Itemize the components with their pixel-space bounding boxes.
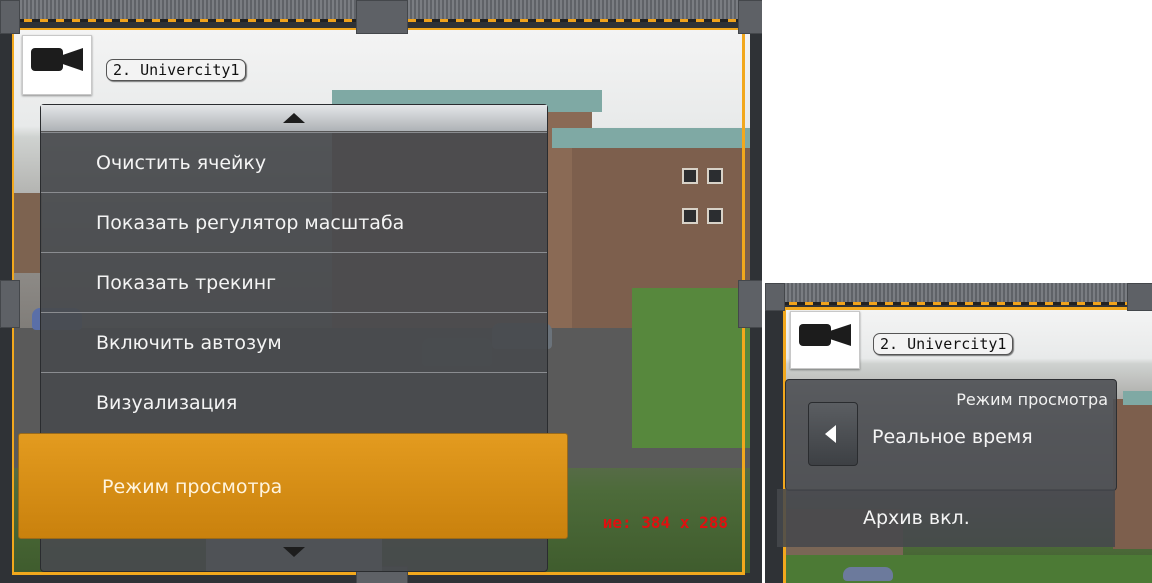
menu-item-autozoom[interactable]: Включить автозум <box>41 312 547 373</box>
camera-name-label[interactable]: 2. Univercity1 <box>106 59 247 81</box>
previous-mode-button[interactable] <box>808 402 858 466</box>
resize-handle-corner[interactable] <box>0 0 20 34</box>
camera-icon[interactable] <box>790 311 860 369</box>
video-cell-left[interactable]: 2. Univercity1 ие: 384 x 288 Очистить яч… <box>0 0 762 583</box>
cell-top-bar <box>765 283 1152 305</box>
resolution-text: ие: 384 x 288 <box>602 513 728 532</box>
menu-item-visualization[interactable]: Визуализация <box>41 372 547 433</box>
resize-handle-left[interactable] <box>0 280 20 328</box>
window <box>682 208 698 224</box>
menu-up-arrow-icon <box>283 113 305 123</box>
left-arrow-icon <box>825 425 836 443</box>
camera-icon[interactable] <box>22 35 92 95</box>
view-mode-title: Режим просмотра <box>956 390 1108 409</box>
view-mode-value[interactable]: Реальное время <box>872 426 1033 448</box>
building-left <box>12 193 42 273</box>
menu-down-arrow-icon <box>283 547 305 557</box>
menu-item-view-mode[interactable]: Режим просмотра <box>18 433 568 539</box>
menu-item-clear-cell[interactable]: Очистить ячейку <box>41 132 547 193</box>
window <box>707 168 723 184</box>
window <box>682 168 698 184</box>
menu-item-show-tracking[interactable]: Показать трекинг <box>41 252 547 313</box>
grass <box>783 555 1152 583</box>
resize-handle-top[interactable] <box>356 0 408 34</box>
menu-item-show-zoom[interactable]: Показать регулятор масштаба <box>41 192 547 253</box>
camera-name-label[interactable]: 2. Univercity1 <box>873 333 1014 355</box>
menu-scroll-up[interactable] <box>41 105 547 132</box>
window <box>707 208 723 224</box>
roof-wing <box>552 128 750 148</box>
menu-item-archive[interactable]: Архив вкл. <box>777 489 1115 547</box>
grass <box>632 288 750 448</box>
resize-handle-corner[interactable] <box>765 283 785 311</box>
resize-handle-corner[interactable] <box>738 0 762 34</box>
view-mode-selector: Режим просмотра Реальное время <box>785 379 1117 491</box>
car <box>843 567 893 581</box>
building <box>1113 399 1152 549</box>
resize-handle-right[interactable] <box>738 280 762 328</box>
menu-scroll-down[interactable] <box>206 537 382 571</box>
resize-handle-corner[interactable] <box>1127 283 1152 311</box>
roof <box>1123 391 1152 405</box>
frame-top <box>783 307 1152 310</box>
video-cell-right[interactable]: 2. Univercity1 Режим просмотра Реальное … <box>765 283 1152 583</box>
